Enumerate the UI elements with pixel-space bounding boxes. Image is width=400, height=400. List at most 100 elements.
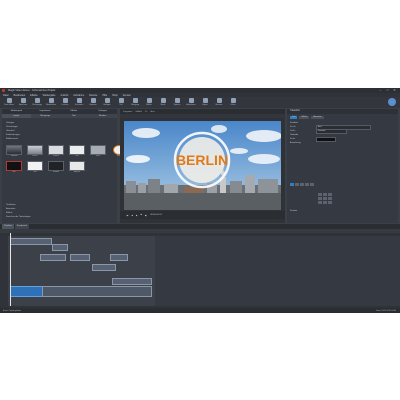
video-clip[interactable]	[52, 244, 68, 251]
preview-mode-label[interactable]: Programm	[123, 111, 132, 113]
microphone-icon	[174, 98, 180, 103]
position-cell[interactable]	[323, 201, 327, 204]
toolbar-effects-button[interactable]: Effekte	[143, 97, 155, 108]
subtab-import[interactable]: Import	[2, 114, 31, 118]
record-icon	[188, 98, 194, 103]
video-frame[interactable]: BERLIN	[124, 121, 281, 210]
color-swatch[interactable]	[316, 136, 336, 142]
toolbar-burn-button[interactable]: Brennen	[213, 97, 225, 108]
toolbar-paste-button[interactable]: Einfügen	[101, 97, 113, 108]
list-item[interactable]: Vorschau der Titelvorlagen	[6, 215, 31, 219]
template-thumbnail[interactable]: Abspann	[69, 161, 85, 173]
position-cell[interactable]	[323, 197, 327, 200]
list-item[interactable]: Bildelemente	[6, 137, 117, 141]
tab-effects[interactable]: Effekte	[299, 116, 310, 119]
save-icon	[20, 98, 26, 103]
position-cell[interactable]	[328, 193, 332, 196]
effects-icon	[146, 98, 152, 103]
delete-icon	[62, 98, 68, 103]
fullscreen-button[interactable]: Vollbild	[135, 111, 141, 113]
template-thumbnail[interactable]: Einfach	[27, 145, 43, 157]
paste-icon	[104, 98, 110, 103]
copy-icon	[90, 98, 96, 103]
audio-clip[interactable]	[10, 286, 44, 297]
italic-icon[interactable]	[310, 183, 314, 186]
track-headers	[0, 236, 8, 306]
template-thumbnail[interactable]: Intro	[6, 161, 22, 173]
timeline-panel: Timeline Storyboard	[0, 224, 400, 308]
toolbar-voice-button[interactable]: Sprache	[171, 97, 183, 108]
stop-button[interactable]: ■	[141, 214, 142, 216]
template-options-list: Titelfarben Animation Effekte Vorschau d…	[6, 203, 31, 219]
toolbar-cut-button[interactable]: Schneiden	[73, 97, 85, 108]
template-category-list: Vorlagen Titelvorlagen Untertitel Einble…	[6, 121, 117, 141]
text-icon	[118, 98, 124, 103]
video-clip[interactable]	[10, 238, 52, 245]
section-position: Position	[290, 210, 298, 212]
title-clip[interactable]	[70, 254, 90, 261]
position-cell[interactable]	[318, 193, 322, 196]
template-thumbnail[interactable]: Rahmen	[48, 161, 64, 173]
subtab-titel[interactable]: Titel	[60, 114, 89, 118]
position-cell[interactable]	[318, 197, 322, 200]
title-clip[interactable]	[110, 254, 128, 261]
toolbar-undo-button[interactable]: Rückgängig	[31, 97, 43, 108]
tab-storyboard[interactable]: Storyboard	[14, 224, 29, 229]
color-label: Farbe	[290, 138, 295, 140]
tab-timeline[interactable]: Timeline	[2, 224, 14, 229]
template-thumbnail[interactable]: Modern	[48, 145, 64, 157]
subtab-uebergaenge[interactable]: Übergänge	[31, 114, 60, 118]
step-back-button[interactable]: ◀	[131, 214, 133, 217]
position-cell[interactable]	[328, 197, 332, 200]
undo-icon	[34, 98, 40, 103]
zoom-1to1-button[interactable]: 1:1	[145, 111, 148, 113]
go-to-end-button[interactable]: ▶|	[145, 214, 147, 217]
template-thumbnail[interactable]: Outro	[27, 161, 43, 173]
toolbar-export-button[interactable]: Export	[199, 97, 211, 108]
toolbar-record-button[interactable]: Aufnehmen	[185, 97, 197, 108]
toolbar-online-button[interactable]: Online	[227, 97, 239, 108]
zoom-auto-button[interactable]: Auto	[150, 111, 154, 113]
position-cell[interactable]	[323, 193, 327, 196]
template-thumbnail[interactable]: Retro	[90, 145, 106, 157]
transition-icon	[132, 98, 138, 103]
size-label: Größe	[290, 130, 296, 132]
video-clip-long[interactable]	[42, 286, 152, 297]
bold-icon[interactable]	[305, 183, 309, 186]
music-icon	[160, 98, 166, 103]
title-clip[interactable]	[92, 264, 116, 271]
template-thumbnail[interactable]: Standard	[6, 145, 22, 157]
toolbar-open-button[interactable]: Datei öffnen	[3, 97, 15, 108]
align-right-icon[interactable]	[300, 183, 304, 186]
tab-text[interactable]: Text	[290, 116, 298, 119]
toolbar-copy-button[interactable]: Kopieren	[87, 97, 99, 108]
tab-animation[interactable]: Animation	[311, 116, 324, 119]
toolbar-save-button[interactable]: Speichern	[17, 97, 29, 108]
template-thumbnail[interactable]: Kino	[69, 145, 85, 157]
playhead[interactable]	[10, 233, 11, 306]
play-button[interactable]: ▶	[136, 214, 138, 217]
overlay-clip[interactable]	[112, 278, 152, 285]
align-center-icon[interactable]	[295, 183, 299, 186]
empty-timeline-area	[155, 236, 400, 306]
subtab-blenden[interactable]: Blenden	[88, 114, 117, 118]
folder-icon	[6, 98, 12, 103]
position-cell[interactable]	[328, 201, 332, 204]
position-cell[interactable]	[318, 201, 322, 204]
size-select[interactable]: Standard	[316, 128, 347, 134]
toolbar-redo-button[interactable]: Wiederholen	[45, 97, 57, 108]
export-icon	[202, 98, 208, 103]
app-window: Magix Video deluxe - Unbenanntes Projekt…	[0, 88, 400, 313]
toolbar-title-button[interactable]: Titel	[115, 97, 127, 108]
timeline-ruler[interactable]	[0, 229, 400, 233]
toolbar-delete-button[interactable]: Löschen	[59, 97, 71, 108]
toolbar-music-button[interactable]: Musik	[157, 97, 169, 108]
align-left-icon[interactable]	[290, 183, 294, 186]
position-grid	[318, 193, 332, 204]
account-icon[interactable]	[388, 98, 396, 106]
font-label: Schrift	[290, 126, 296, 128]
go-to-start-button[interactable]: |◀	[126, 214, 128, 217]
section-alignment: Ausrichtung	[290, 142, 301, 144]
title-clip[interactable]	[40, 254, 66, 261]
toolbar-transition-button[interactable]: Übergang	[129, 97, 141, 108]
